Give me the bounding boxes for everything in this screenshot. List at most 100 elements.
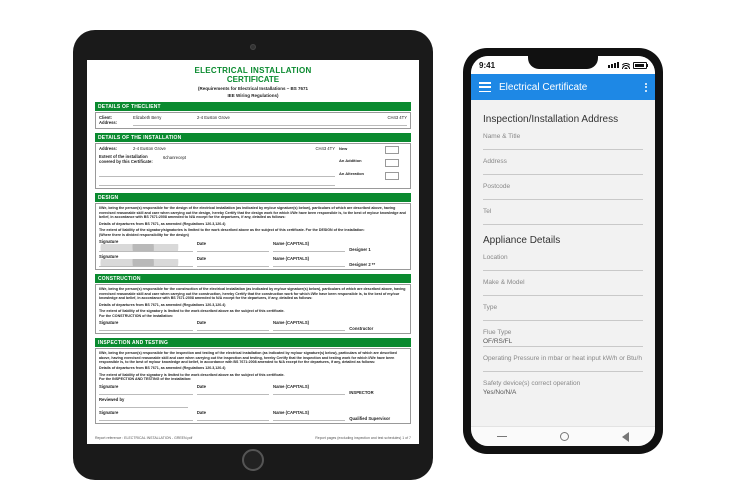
doc-requirements-2: IEE Wiring Regulations) [95, 93, 411, 98]
label-postcode: Postcode [483, 183, 643, 190]
section-client-heading: DETAILS OF THECLIENT [95, 102, 411, 111]
label-location: Location [483, 254, 643, 261]
sig-label: Signature [99, 239, 118, 244]
field-address[interactable]: Address [483, 158, 643, 175]
tablet-home-button[interactable] [242, 449, 264, 471]
doc-footer: Report reference : ELECTRICAL INSTALLATI… [95, 436, 411, 440]
app-title: Electrical Certificate [499, 82, 637, 93]
phone-device: 9:41 Electrical Certificate Inspection/I… [463, 48, 663, 454]
section-inspection-address: Inspection/Installation Address [483, 114, 643, 125]
inspection-sig-row-3: Signature Date Name (CAPITALS) Qualified… [99, 408, 407, 421]
field-tel[interactable]: Tel [483, 208, 643, 225]
name-label: Name (CAPITALS) [273, 241, 309, 246]
checkbox-addition[interactable] [385, 159, 399, 167]
label-make: Make & Model [483, 279, 643, 286]
field-type[interactable]: Type [483, 304, 643, 321]
field-postcode[interactable]: Postcode [483, 183, 643, 200]
client-address-label: Address: [99, 120, 129, 125]
doc-title-line2: CERTIFICATE [95, 75, 411, 84]
field-name[interactable]: Name & Title [483, 133, 643, 150]
status-time: 9:41 [479, 61, 495, 70]
name-label: Name (CAPITALS) [273, 410, 309, 415]
label-tel: Tel [483, 208, 643, 215]
footer-right: Report pages (excluding inspection and t… [315, 436, 411, 440]
install-addr: 2-4 Euston Grove [133, 146, 193, 151]
app-bar: Electrical Certificate [471, 74, 655, 100]
date-label: Date [197, 384, 206, 389]
signal-icon [608, 62, 619, 68]
construction-body: I/We, being the person(s) responsible fo… [99, 287, 407, 300]
name-label: Name (CAPITALS) [273, 384, 309, 389]
field-flue-type[interactable]: Flue Type OF/RS/FL [483, 329, 643, 347]
extent-value: 6chanrecept [163, 155, 186, 160]
field-safety-devices[interactable]: Safety device(s) correct operation Yes/N… [483, 380, 643, 396]
tablet-camera [250, 44, 256, 50]
client-box: Client: Elizabeth Berry 2-4 Euston Grove… [95, 112, 411, 129]
design-sig-row-1: Signature Date Name (CAPITALS) Designer … [99, 237, 407, 252]
section-appliance-details: Appliance Details [483, 235, 643, 246]
value-flue: OF/RS/FL [483, 336, 643, 345]
footer-left: Report reference : ELECTRICAL INSTALLATI… [95, 436, 192, 440]
checkbox-new[interactable] [385, 146, 399, 154]
phone-screen: 9:41 Electrical Certificate Inspection/I… [471, 56, 655, 446]
signature-designer1[interactable] [99, 244, 193, 252]
date-label: Date [197, 320, 206, 325]
battery-icon [633, 62, 647, 69]
tablet-screen: ELECTRICAL INSTALLATION CERTIFICATE (Req… [87, 60, 419, 444]
signature-constructor[interactable] [99, 325, 193, 331]
opt-addition: An Addition [339, 159, 381, 163]
inspection-sig-row-2: Reviewed by [99, 395, 407, 408]
overflow-icon[interactable] [645, 83, 647, 92]
section-install-heading: DETAILS OF THE INSTALLATION [95, 133, 411, 142]
sig-label: Signature [99, 320, 118, 325]
sig-label: Signature [99, 384, 118, 389]
label-safety: Safety device(s) correct operation [483, 380, 643, 387]
construction-sig-row: Signature Date Name (CAPITALS) Construct… [99, 318, 407, 331]
install-box: Address: 2-4 Euston Grove CH43 4TY Exten… [95, 143, 411, 189]
reviewed-by-label: Reviewed by [99, 397, 124, 402]
nav-back-icon[interactable] [622, 432, 629, 442]
doc-title-line1: ELECTRICAL INSTALLATION [95, 66, 411, 75]
label-type: Type [483, 304, 643, 311]
section-inspection-heading: INSPECTION AND TESTING [95, 338, 411, 347]
designer1-label: Designer 1 [349, 247, 370, 252]
sig-label: Signature [99, 254, 118, 259]
construction-departures: Details of departures from BS 7671, as a… [99, 303, 407, 307]
opt-alteration: An Alteration [339, 172, 381, 176]
inspection-body: I/We, being the person(s) responsible fo… [99, 351, 407, 364]
menu-icon[interactable] [479, 82, 491, 92]
label-address: Address [483, 158, 643, 165]
opt-new: New [339, 146, 381, 151]
tablet-device: ELECTRICAL INSTALLATION CERTIFICATE (Req… [73, 30, 433, 480]
signature-designer2[interactable] [99, 259, 193, 267]
field-make-model[interactable]: Make & Model [483, 279, 643, 296]
design-sig-row-2: Signature Date Name (CAPITALS) Designer … [99, 252, 407, 267]
constructor-label: Constructor [349, 326, 373, 331]
wifi-icon [622, 61, 630, 69]
sig-label: Signature [99, 410, 118, 415]
field-operating-pressure[interactable]: Operating Pressure in mbar or heat input… [483, 355, 643, 372]
section-construction-heading: CONSTRUCTION [95, 274, 411, 283]
design-departures: Details of departures from BS 7671, as a… [99, 222, 407, 226]
construction-box: I/We, being the person(s) responsible fo… [95, 284, 411, 334]
nav-home-icon[interactable] [560, 432, 569, 441]
nav-recent-icon[interactable] [497, 436, 507, 438]
checkbox-alteration[interactable] [385, 172, 399, 180]
field-location[interactable]: Location [483, 254, 643, 271]
value-safety: Yes/No/N/A [483, 387, 643, 396]
inspection-departures: Details of departures from BS 7671, as a… [99, 366, 407, 370]
date-label: Date [197, 256, 206, 261]
label-flue: Flue Type [483, 329, 643, 336]
name-label: Name (CAPITALS) [273, 320, 309, 325]
date-label: Date [197, 241, 206, 246]
form-area[interactable]: Inspection/Installation Address Name & T… [471, 100, 655, 404]
name-label: Name (CAPITALS) [273, 256, 309, 261]
doc-requirements: (Requirements for Electrical Installatio… [95, 86, 411, 91]
inspector-label: INSPECTOR [349, 390, 373, 395]
design-box: I/We, being the person(s) responsible fo… [95, 203, 411, 270]
signature-supervisor[interactable] [99, 415, 193, 421]
signature-reviewer[interactable] [99, 402, 188, 408]
install-addr-label: Address: [99, 146, 129, 151]
install-postcode: CH43 4TY [315, 146, 335, 151]
signature-inspector[interactable] [99, 389, 193, 395]
